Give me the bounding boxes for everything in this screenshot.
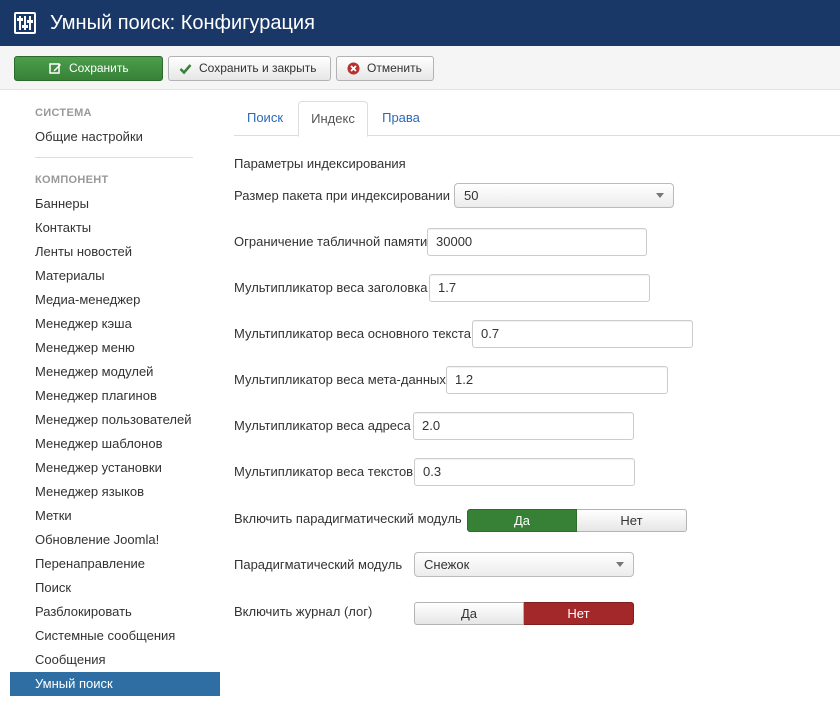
sidebar-item-languages[interactable]: Менеджер языков bbox=[10, 480, 220, 504]
sidebar-item-messages[interactable]: Сообщения bbox=[10, 648, 220, 672]
tab-index[interactable]: Индекс bbox=[298, 101, 368, 137]
misc-multiplier-input[interactable]: 0.3 bbox=[414, 458, 635, 486]
cancel-icon bbox=[347, 62, 360, 75]
check-icon bbox=[179, 64, 192, 75]
save-close-button[interactable]: Сохранить и закрыть bbox=[168, 56, 331, 81]
batch-size-label: Размер пакета при индексировании bbox=[234, 188, 450, 203]
log-enable-label: Включить журнал (лог) bbox=[234, 604, 373, 619]
stemmer-enable-yes[interactable]: Да bbox=[467, 509, 577, 532]
sidebar-item-contacts[interactable]: Контакты bbox=[10, 216, 220, 240]
stemmer-select[interactable]: Снежок bbox=[414, 552, 634, 577]
sidebar-item-articles[interactable]: Материалы bbox=[10, 264, 220, 288]
path-multiplier-label: Мультипликатор веса адреса bbox=[234, 418, 411, 433]
chevron-down-icon bbox=[656, 193, 664, 198]
text-multiplier-label: Мультипликатор веса основного текста bbox=[234, 326, 471, 341]
sidebar-heading-system: СИСТЕМА bbox=[35, 107, 92, 119]
meta-multiplier-input[interactable]: 1.2 bbox=[446, 366, 668, 394]
sidebar-item-banners[interactable]: Баннеры bbox=[10, 192, 220, 216]
sidebar-item-search[interactable]: Поиск bbox=[10, 576, 220, 600]
sidebar-item-media[interactable]: Медиа-менеджер bbox=[10, 288, 220, 312]
tab-search[interactable]: Поиск bbox=[234, 101, 296, 136]
sidebar-item-smart-search[interactable]: Умный поиск bbox=[10, 672, 220, 696]
tab-permissions[interactable]: Права bbox=[370, 101, 432, 136]
sidebar-item-global-config[interactable]: Общие настройки bbox=[10, 125, 220, 149]
batch-size-value: 50 bbox=[464, 188, 479, 203]
sidebar-item-users[interactable]: Менеджер пользователей bbox=[10, 408, 220, 432]
edit-icon bbox=[49, 63, 61, 74]
stemmer-enable-no[interactable]: Нет bbox=[577, 509, 687, 532]
sidebar-item-plugins[interactable]: Менеджер плагинов bbox=[10, 384, 220, 408]
sidebar-item-joomla-update[interactable]: Обновление Joomla! bbox=[10, 528, 220, 552]
sidebar-item-postinstall[interactable]: Системные сообщения bbox=[10, 624, 220, 648]
sidebar-item-tags[interactable]: Метки bbox=[10, 504, 220, 528]
toolbar: Сохранить Сохранить и закрыть Отменить bbox=[0, 46, 840, 90]
cancel-button-label: Отменить bbox=[367, 61, 422, 75]
save-button[interactable]: Сохранить bbox=[14, 56, 163, 81]
path-multiplier-input[interactable]: 2.0 bbox=[413, 412, 634, 440]
stemmer-enable-label: Включить парадигматический модуль bbox=[234, 511, 462, 526]
stemmer-label: Парадигматический модуль bbox=[234, 557, 403, 572]
fieldset-legend: Параметры индексирования bbox=[234, 156, 406, 171]
save-close-button-label: Сохранить и закрыть bbox=[199, 61, 317, 75]
sidebar-heading-component: КОМПОНЕНТ bbox=[35, 174, 109, 186]
sidebar-item-modules[interactable]: Менеджер модулей bbox=[10, 360, 220, 384]
save-button-label: Сохранить bbox=[69, 61, 129, 75]
log-enable-no[interactable]: Нет bbox=[524, 602, 634, 625]
page-title: Умный поиск: Конфигурация bbox=[50, 12, 315, 34]
title-multiplier-label: Мультипликатор веса заголовка bbox=[234, 280, 428, 295]
cancel-button[interactable]: Отменить bbox=[336, 56, 434, 81]
sidebar-item-menus[interactable]: Менеджер меню bbox=[10, 336, 220, 360]
misc-multiplier-label: Мультипликатор веса текстов bbox=[234, 464, 414, 479]
sidebar-item-redirect[interactable]: Перенаправление bbox=[10, 552, 220, 576]
sidebar-item-cache[interactable]: Менеджер кэша bbox=[10, 312, 220, 336]
batch-size-select[interactable]: 50 bbox=[454, 183, 674, 208]
sidebar-item-checkin[interactable]: Разблокировать bbox=[10, 600, 220, 624]
memory-limit-input[interactable]: 30000 bbox=[427, 228, 647, 256]
meta-multiplier-label: Мультипликатор веса мета-данных bbox=[234, 372, 446, 387]
sidebar-divider bbox=[35, 157, 193, 158]
title-multiplier-input[interactable]: 1.7 bbox=[429, 274, 650, 302]
tab-bar: Поиск Индекс Права bbox=[234, 101, 840, 137]
equalizer-icon bbox=[14, 12, 36, 34]
app-header: Умный поиск: Конфигурация bbox=[0, 0, 840, 46]
memory-limit-label: Ограничение табличной памяти bbox=[234, 234, 428, 249]
text-multiplier-input[interactable]: 0.7 bbox=[472, 320, 693, 348]
sidebar-item-installer[interactable]: Менеджер установки bbox=[10, 456, 220, 480]
sidebar-item-newsfeeds[interactable]: Ленты новостей bbox=[10, 240, 220, 264]
log-enable-yes[interactable]: Да bbox=[414, 602, 524, 625]
stemmer-value: Снежок bbox=[424, 557, 470, 572]
chevron-down-icon bbox=[616, 562, 624, 567]
sidebar-item-templates[interactable]: Менеджер шаблонов bbox=[10, 432, 220, 456]
